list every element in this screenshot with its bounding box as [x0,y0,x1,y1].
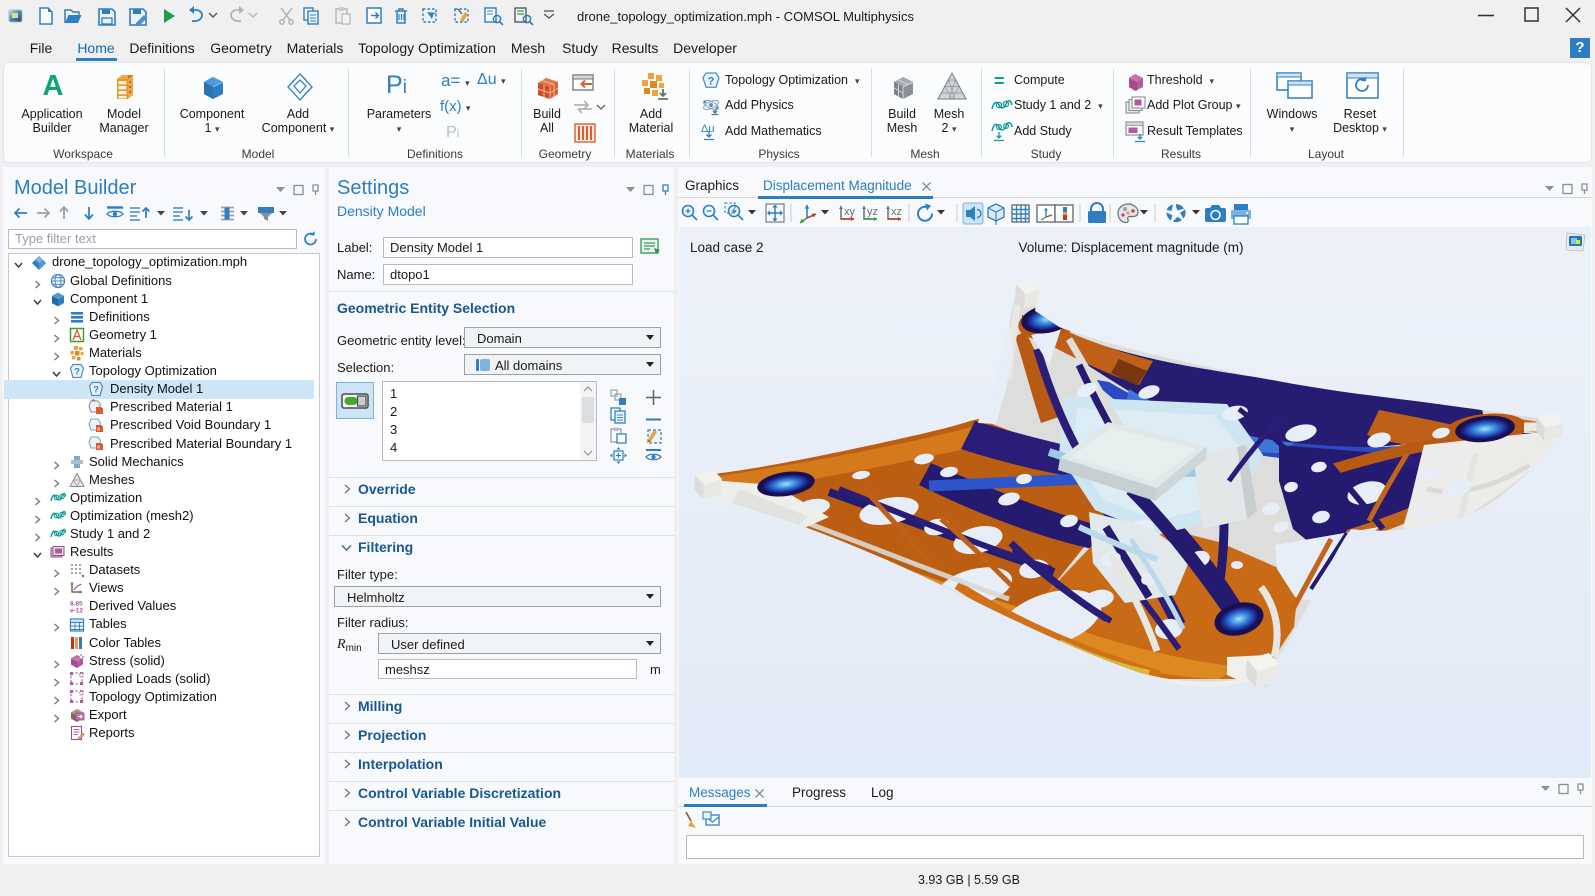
svg-text:xy: xy [844,206,856,218]
svg-text:?: ? [74,367,80,378]
svg-text:8.85: 8.85 [70,601,83,608]
svg-text:e-12: e-12 [70,608,83,615]
svg-text:Δu: Δu [701,123,714,135]
svg-text:xz: xz [891,206,902,218]
svg-text:?: ? [708,76,715,88]
svg-text:yz: yz [867,206,878,218]
svg-text:?: ? [93,385,99,396]
